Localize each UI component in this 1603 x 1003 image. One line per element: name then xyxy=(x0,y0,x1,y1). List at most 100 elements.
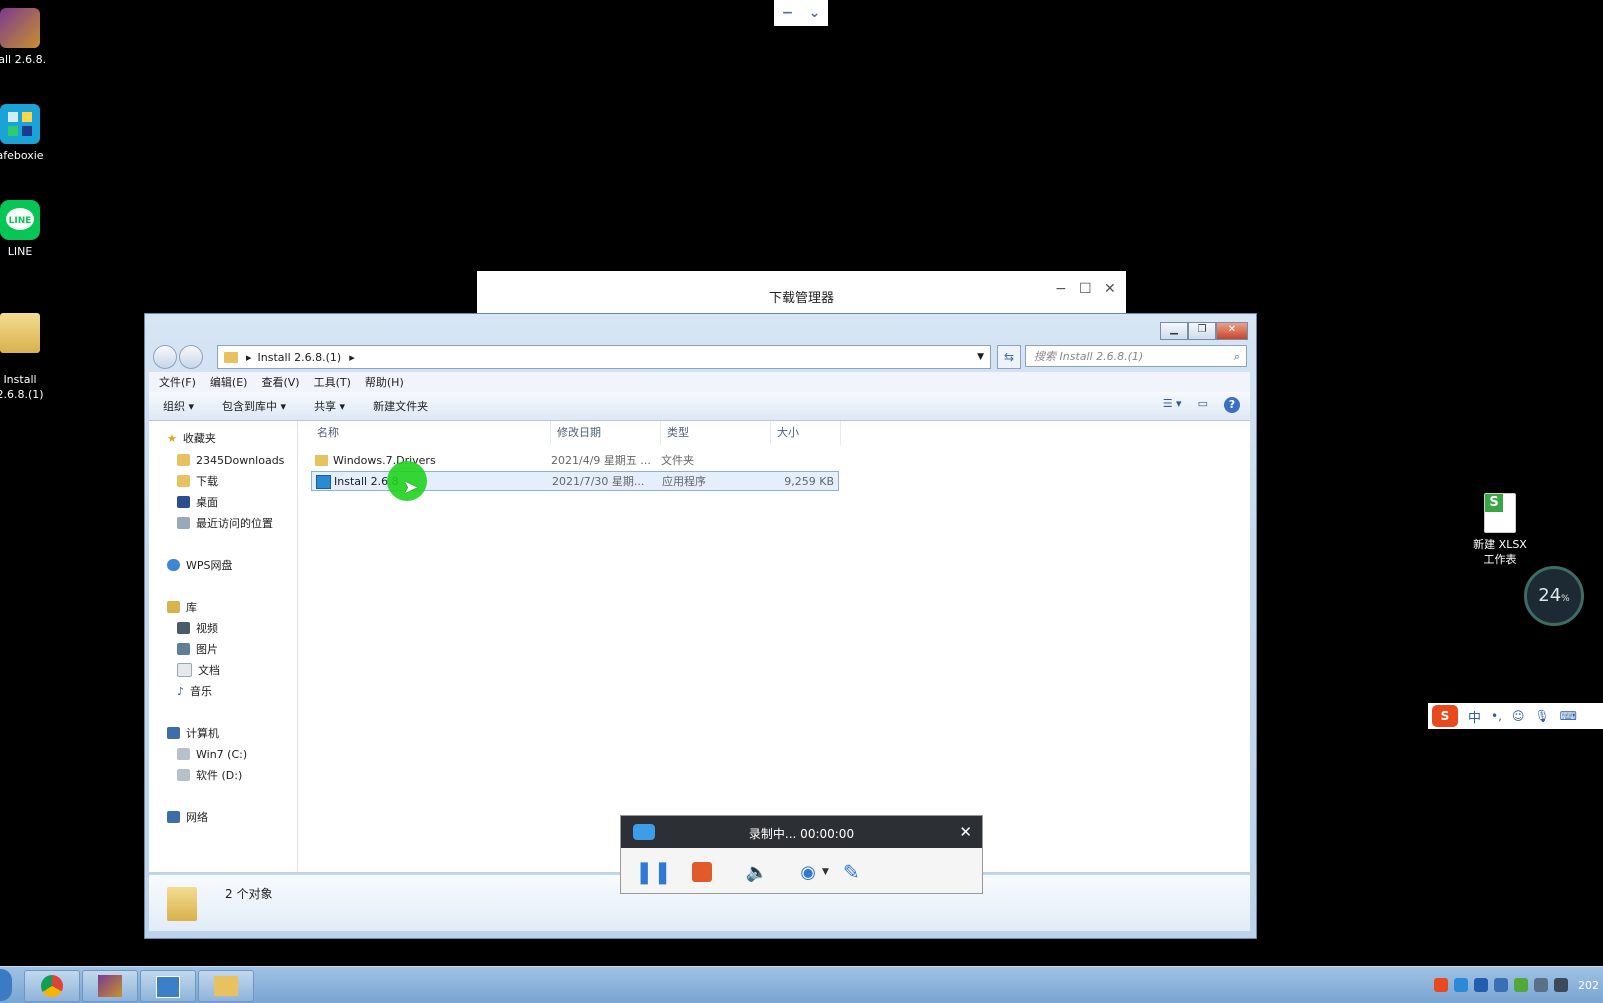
desktop-icon-install-folder[interactable]: Install 2.6.8.(1) xyxy=(0,298,60,417)
close-button[interactable]: ✕ xyxy=(1216,322,1248,340)
sidebar-item-label: 音乐 xyxy=(190,685,213,698)
chevron-down-icon[interactable]: ▼ xyxy=(822,867,829,877)
screen-recorder[interactable]: 录制中... 00:00:00 ✕ ❚❚ 🔈 ◉ ▼ ✎ xyxy=(620,815,983,894)
address-bar[interactable]: ▸ Install 2.6.8.(1) ▸ ▼ xyxy=(217,345,991,369)
bluetooth-icon[interactable] xyxy=(1454,978,1468,992)
chinese-mode-icon[interactable]: 中 xyxy=(1468,707,1481,726)
column-header-size[interactable]: 大小 xyxy=(771,421,841,445)
ime-toolbar[interactable]: S 中 •, ☺ 🎙 ⌨ xyxy=(1428,703,1603,729)
sidebar-item-network[interactable]: 网络 xyxy=(167,808,208,826)
folder-icon xyxy=(214,976,238,996)
stop-icon[interactable] xyxy=(691,862,712,882)
view-options-icon[interactable]: ☰ ▾ xyxy=(1163,397,1182,413)
address-dropdown-icon[interactable]: ▼ xyxy=(977,352,984,362)
menu-help[interactable]: 帮助(H) xyxy=(365,374,404,390)
cpu-gauge[interactable]: 24% xyxy=(1524,566,1584,626)
sidebar-item-label: 桌面 xyxy=(196,496,218,509)
pause-icon[interactable]: ❚❚ xyxy=(635,860,672,885)
sidebar-item-recent[interactable]: 最近访问的位置 xyxy=(177,514,273,532)
drive-icon xyxy=(177,748,190,760)
column-header-type[interactable]: 类型 xyxy=(661,421,771,445)
sidebar-item-label: 图片 xyxy=(196,643,218,656)
download-manager-window[interactable]: 下载管理器 − ☐ ✕ xyxy=(477,271,1126,314)
volume-icon[interactable] xyxy=(1534,978,1548,992)
webcam-icon[interactable]: ◉ xyxy=(800,862,816,883)
menu-tools[interactable]: 工具(T) xyxy=(314,374,351,390)
file-date: 2021/7/30 星期... xyxy=(552,475,645,488)
desktop-icon-safeboxie[interactable]: afeboxie xyxy=(0,104,60,163)
sidebar-item-pictures[interactable]: 图片 xyxy=(177,640,218,658)
keyboard-icon[interactable]: ⌨ xyxy=(1560,709,1577,723)
chevron-down-icon[interactable]: ⌄ xyxy=(809,5,821,21)
forward-button[interactable] xyxy=(179,345,203,369)
minimize-button[interactable]: − xyxy=(1055,281,1067,297)
sidebar-item-wps[interactable]: WPS网盘 xyxy=(167,556,233,574)
sidebar-item-downloads[interactable]: 下载 xyxy=(177,472,218,490)
taskbar-control-panel[interactable] xyxy=(140,970,196,1002)
column-header-date[interactable]: 修改日期 xyxy=(551,421,661,445)
minimize-icon[interactable]: − xyxy=(782,5,794,21)
security-icon[interactable] xyxy=(1494,978,1508,992)
column-header-name[interactable]: 名称 xyxy=(311,421,551,445)
pen-icon[interactable]: ✎ xyxy=(843,860,860,884)
preview-pane-icon[interactable]: ▭ xyxy=(1198,397,1208,413)
maximize-button[interactable]: ❐ xyxy=(1188,322,1216,340)
sidebar-item-drive-d[interactable]: 软件 (D:) xyxy=(177,766,242,784)
mute-icon[interactable]: 🔈 xyxy=(746,862,768,883)
desktop-icon-label: afeboxie xyxy=(0,149,44,162)
maximize-button[interactable]: ☐ xyxy=(1079,281,1092,297)
sidebar-item-favorites[interactable]: ★ 收藏夹 xyxy=(167,429,216,447)
help-icon[interactable]: ? xyxy=(1224,397,1240,413)
sogou-tray-icon[interactable] xyxy=(1434,978,1448,992)
close-button[interactable]: ✕ xyxy=(1104,281,1116,297)
menu-view[interactable]: 查看(V) xyxy=(261,374,299,390)
refresh-icon[interactable]: ⇆ xyxy=(997,345,1021,369)
punctuation-icon[interactable]: •, xyxy=(1491,709,1502,723)
sogou-icon[interactable]: S xyxy=(1432,705,1458,727)
winrar-icon xyxy=(0,8,40,48)
desktop-icon-label: 新建 XLSX xyxy=(1473,538,1527,551)
sidebar-item-desktop[interactable]: 桌面 xyxy=(177,493,218,511)
minimize-button[interactable]: ▁ xyxy=(1160,322,1188,340)
taskbar-chrome[interactable] xyxy=(24,970,80,1002)
star-icon: ★ xyxy=(167,431,177,445)
taskbar-explorer[interactable] xyxy=(198,970,254,1002)
network-tray-icon[interactable] xyxy=(1474,978,1488,992)
sidebar-item-computer[interactable]: 计算机 xyxy=(167,724,219,742)
clock[interactable]: 202 xyxy=(1578,979,1599,992)
sidebar-item-videos[interactable]: 视频 xyxy=(177,619,218,637)
desktop-icon-xlsx[interactable]: S 新建 XLSX 工作表 xyxy=(1455,493,1545,567)
sidebar-item-drive-c[interactable]: Win7 (C:) xyxy=(177,745,247,763)
sidebar-item-2345downloads[interactable]: 2345Downloads xyxy=(177,451,284,469)
breadcrumb-segment[interactable]: Install 2.6.8.(1) xyxy=(258,351,342,364)
include-in-library-button[interactable]: 包含到库中 ▾ xyxy=(222,398,286,414)
emoji-icon[interactable]: ☺ xyxy=(1512,709,1525,723)
search-icon[interactable]: ⌕ xyxy=(1234,350,1240,364)
new-folder-button[interactable]: 新建文件夹 xyxy=(373,398,428,414)
search-input[interactable]: 搜索 Install 2.6.8.(1) ⌕ xyxy=(1025,345,1247,367)
share-button[interactable]: 共享 ▾ xyxy=(314,398,345,414)
menu-bar: 文件(F) 编辑(E) 查看(V) 工具(T) 帮助(H) xyxy=(149,372,1250,392)
start-button[interactable] xyxy=(0,969,12,1001)
menu-file[interactable]: 文件(F) xyxy=(159,374,196,390)
back-button[interactable] xyxy=(153,345,177,369)
sidebar-item-documents[interactable]: 文档 xyxy=(177,661,220,679)
file-size: 9,259 KB xyxy=(784,475,834,488)
folder-icon xyxy=(0,313,40,353)
organize-button[interactable]: 组织 ▾ xyxy=(163,398,194,414)
desktop-icon-line[interactable]: LINE LINE xyxy=(0,200,60,259)
nvidia-icon[interactable] xyxy=(1514,978,1528,992)
mic-icon[interactable]: 🎙 xyxy=(1534,709,1549,723)
action-center-icon[interactable] xyxy=(1554,978,1568,992)
menu-edit[interactable]: 编辑(E) xyxy=(210,374,248,390)
desktop-icon-winrar[interactable]: tall 2.6.8. xyxy=(0,8,60,67)
breadcrumb-arrow-icon[interactable]: ▸ xyxy=(349,351,355,364)
taskbar-winrar[interactable] xyxy=(82,970,138,1002)
navigation-pane: ★ 收藏夹 2345Downloads 下载 桌面 最近访问的位置 WPS网盘 … xyxy=(149,421,298,872)
recorder-toolbar: ❚❚ 🔈 ◉ ▼ ✎ xyxy=(621,854,982,890)
close-icon[interactable]: ✕ xyxy=(959,823,972,841)
sidebar-item-library[interactable]: 库 xyxy=(167,598,197,616)
video-icon xyxy=(177,622,190,634)
sidebar-item-label: Win7 (C:) xyxy=(196,747,248,761)
sidebar-item-music[interactable]: ♪ 音乐 xyxy=(177,682,212,700)
